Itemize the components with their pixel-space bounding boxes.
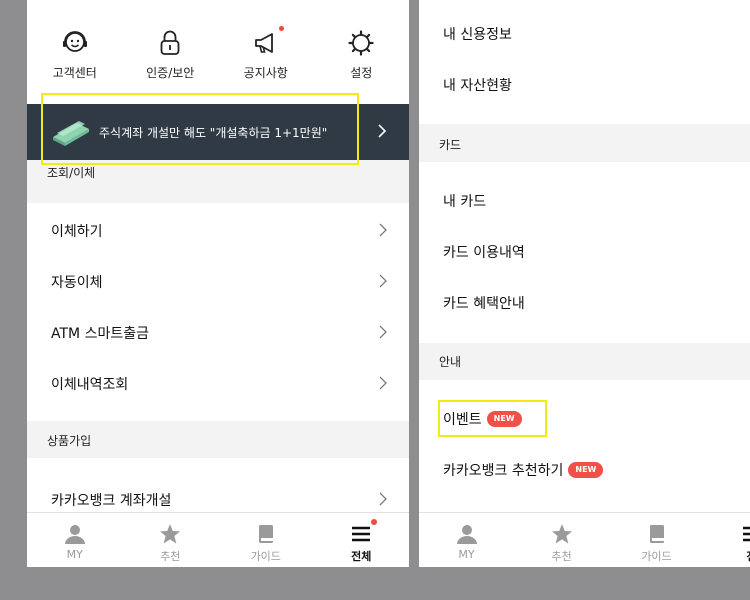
- tab-recommend[interactable]: 추천: [514, 513, 609, 567]
- person-icon: [64, 523, 86, 545]
- lock-icon: [155, 28, 185, 58]
- menu-item-label: 이벤트: [443, 411, 482, 428]
- quick-menu-label: 고객센터: [52, 66, 97, 80]
- tab-label: 전체: [351, 550, 372, 563]
- tab-label: 전: [746, 548, 750, 564]
- quick-menu-label: 인증/보안: [146, 66, 195, 80]
- menu-item-atm-withdraw[interactable]: ATM 스마트출금: [27, 307, 409, 358]
- quick-menu-security[interactable]: 인증/보안: [123, 0, 219, 104]
- tab-guide[interactable]: 가이드: [218, 513, 314, 567]
- menu-item-credit-info[interactable]: 내 신용정보: [419, 8, 750, 59]
- new-badge: NEW: [486, 410, 522, 427]
- megaphone-icon: [251, 26, 284, 58]
- menu-item-label: ATM 스마트출금: [51, 325, 149, 342]
- quick-menu: 고객센터 인증/보안 공지사항 설정: [27, 0, 409, 104]
- tab-label: 가이드: [641, 550, 672, 563]
- menu-icon: [741, 523, 750, 545]
- chevron-right-icon: [379, 325, 387, 339]
- left-screen: 고객센터 인증/보안 공지사항 설정 주식계좌 개설만 해도 "개설축하금 1+…: [27, 0, 409, 567]
- menu-item-label: 내 자산현황: [443, 77, 512, 94]
- chevron-right-icon: [379, 274, 387, 288]
- menu-item-label: 카드 이용내역: [443, 244, 525, 261]
- menu-item-label: 이체하기: [51, 223, 103, 240]
- menu-item-label: 카드 혜택안내: [443, 295, 525, 312]
- quick-menu-settings[interactable]: 설정: [314, 0, 410, 104]
- headset-icon: [60, 28, 90, 58]
- chevron-right-icon: [379, 223, 387, 237]
- quick-menu-notice[interactable]: 공지사항: [218, 0, 314, 104]
- book-icon: [646, 523, 668, 545]
- menu-icon: [350, 519, 378, 545]
- menu-item-transfer[interactable]: 이체하기: [27, 205, 409, 256]
- section-header-card: 카드: [419, 124, 750, 162]
- menu-item-assets[interactable]: 내 자산현황: [419, 59, 750, 110]
- menu-item-auto-transfer[interactable]: 자동이체: [27, 256, 409, 307]
- menu-item-card-history[interactable]: 카드 이용내역: [419, 226, 750, 277]
- tab-label: MY: [66, 548, 83, 561]
- right-screen: 내 신용정보 내 자산현황 카드 내 카드 카드 이용내역 카드 혜택안내 안내…: [419, 0, 750, 567]
- chevron-right-icon: [379, 376, 387, 390]
- promo-banner[interactable]: 주식계좌 개설만 해도 "개설축하금 1+1만원": [27, 104, 409, 160]
- menu-item-transfer-history[interactable]: 이체내역조회: [27, 358, 409, 409]
- banner-text: 주식계좌 개설만 해도 "개설축하금 1+1만원": [99, 125, 328, 140]
- chevron-right-icon: [377, 122, 387, 140]
- tab-label: 추천: [160, 550, 181, 563]
- chevron-right-icon: [379, 492, 387, 506]
- quick-menu-customer-center[interactable]: 고객센터: [27, 0, 123, 104]
- quick-menu-label: 설정: [350, 66, 373, 80]
- tab-label: MY: [458, 548, 475, 561]
- tab-label: 가이드: [250, 550, 281, 563]
- menu-item-label: 내 신용정보: [443, 26, 512, 43]
- section-header-info: 안내: [419, 343, 750, 380]
- new-badge: NEW: [568, 461, 604, 478]
- star-icon: [159, 523, 181, 545]
- book-icon: [255, 523, 277, 545]
- gear-icon: [346, 28, 376, 58]
- menu-item-label: 자동이체: [51, 274, 103, 291]
- section-header-products: 상품가입: [27, 421, 409, 458]
- menu-item-label: 내 카드: [443, 193, 487, 210]
- menu-item-label: 카카오뱅크 추천하기: [443, 462, 564, 479]
- section-header-transfer: 조회/이체: [27, 160, 409, 203]
- person-icon: [456, 523, 478, 545]
- menu-item-recommend-app[interactable]: 카카오뱅크 추천하기 NEW: [419, 444, 750, 495]
- menu-item-label: 이체내역조회: [51, 376, 129, 393]
- star-icon: [551, 523, 573, 545]
- notification-dot: [371, 519, 378, 525]
- money-icon: [51, 117, 91, 147]
- tab-recommend[interactable]: 추천: [123, 513, 219, 567]
- tab-all[interactable]: 전: [704, 513, 750, 567]
- notification-dot: [278, 26, 284, 31]
- tab-label: 추천: [551, 550, 572, 563]
- tab-bar: MY 추천 가이드 전체: [27, 512, 409, 567]
- tab-guide[interactable]: 가이드: [609, 513, 704, 567]
- menu-item-card-benefits[interactable]: 카드 혜택안내: [419, 277, 750, 328]
- menu-item-my-card[interactable]: 내 카드: [419, 175, 750, 226]
- tab-my[interactable]: MY: [27, 513, 123, 567]
- menu-item-label: 카카오뱅크 계좌개설: [51, 492, 172, 509]
- menu-item-event[interactable]: 이벤트 NEW: [419, 393, 750, 444]
- tab-my[interactable]: MY: [419, 513, 514, 567]
- tab-bar: MY 추천 가이드 전: [419, 512, 750, 567]
- tab-all[interactable]: 전체: [314, 513, 410, 567]
- quick-menu-label: 공지사항: [243, 66, 288, 80]
